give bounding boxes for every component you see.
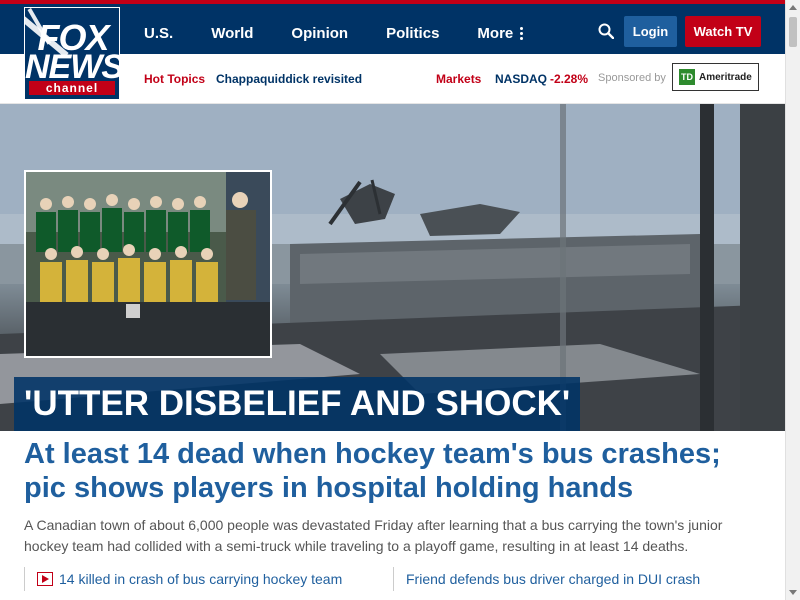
- scroll-thumb[interactable]: [789, 17, 797, 47]
- sponsor-name: Ameritrade: [699, 71, 752, 83]
- nav-item-opinion[interactable]: Opinion: [291, 25, 348, 42]
- nav-item-more[interactable]: More: [477, 24, 524, 42]
- hero-image[interactable]: 'UTTER DISBELIEF AND SHOCK': [0, 104, 785, 431]
- ticker-change: -2.28%: [550, 72, 589, 86]
- hot-topics-label: Hot Topics: [144, 72, 206, 86]
- nav-item-us[interactable]: U.S.: [144, 25, 173, 42]
- markets-link[interactable]: Markets: [436, 72, 481, 86]
- watch-tv-button[interactable]: Watch TV: [685, 16, 761, 47]
- page-scrollbar[interactable]: [785, 0, 800, 600]
- team-photo: [26, 172, 270, 356]
- page: U.S. World Opinion Politics More Login W…: [0, 0, 800, 600]
- scroll-up-arrow-icon[interactable]: [789, 5, 797, 10]
- hero-overlay-title[interactable]: 'UTTER DISBELIEF AND SHOCK': [14, 377, 581, 431]
- team-photo-inset: [24, 170, 272, 358]
- sponsored-label: Sponsored by: [598, 72, 666, 84]
- nav-item-politics[interactable]: Politics: [386, 25, 439, 42]
- scroll-down-arrow-icon[interactable]: [789, 590, 797, 595]
- logo-channel-text: channel: [29, 81, 115, 95]
- ticker-name: NASDAQ: [495, 72, 548, 86]
- nav-item-world[interactable]: World: [211, 25, 253, 42]
- main-nav: U.S. World Opinion Politics More: [144, 8, 561, 58]
- sponsor-logo[interactable]: TD Ameritrade: [672, 63, 759, 91]
- main-headline[interactable]: At least 14 dead when hockey team's bus …: [24, 437, 764, 505]
- search-icon[interactable]: [598, 23, 614, 39]
- td-mark: TD: [679, 69, 695, 85]
- related-link-video[interactable]: 14 killed in crash of bus carrying hocke…: [24, 567, 384, 591]
- logo-news-text: NEWS: [25, 48, 120, 86]
- fox-news-logo[interactable]: FOX NEWS channel: [24, 7, 120, 100]
- related-link-text: 14 killed in crash of bus carrying hocke…: [59, 571, 343, 587]
- more-label: More: [477, 24, 514, 42]
- kebab-menu-icon: [520, 26, 524, 41]
- video-play-icon: [37, 572, 53, 586]
- login-button[interactable]: Login: [624, 16, 677, 47]
- hot-topic-link[interactable]: Chappaquiddick revisited: [216, 72, 362, 86]
- related-link-text: Friend defends bus driver charged in DUI…: [406, 571, 701, 587]
- related-link[interactable]: Friend defends bus driver charged in DUI…: [393, 567, 763, 591]
- article-summary: A Canadian town of about 6,000 people wa…: [24, 517, 723, 554]
